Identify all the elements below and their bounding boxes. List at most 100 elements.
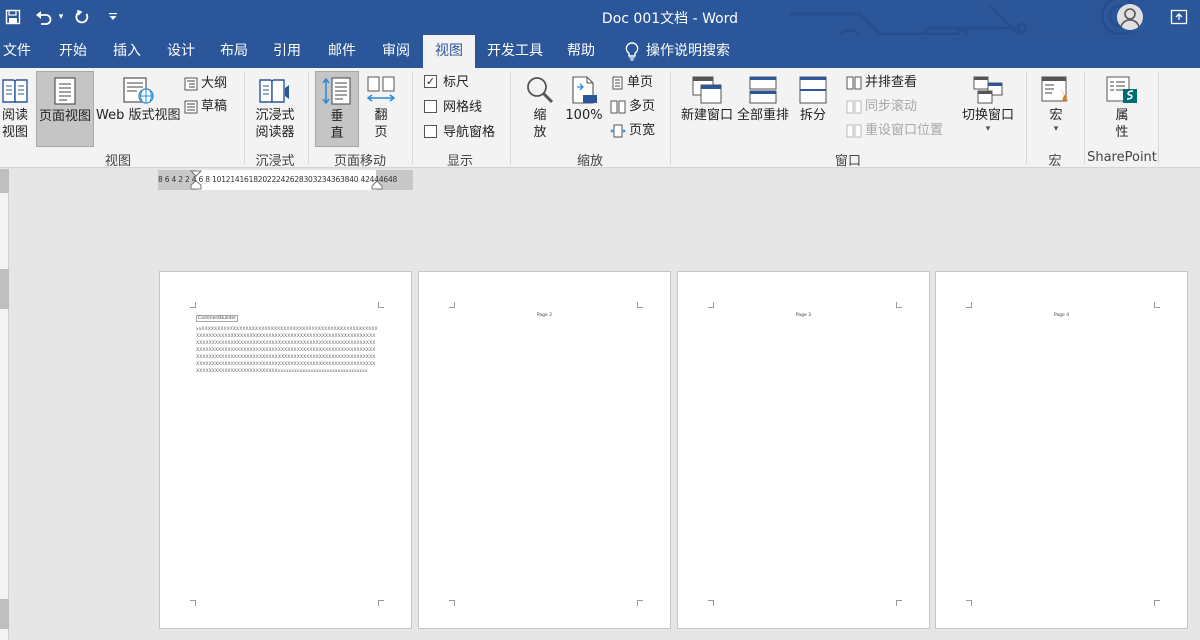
draft-label: 草稿 [201, 99, 228, 114]
multiple-pages-button[interactable]: 多页 [610, 96, 655, 118]
new-window-label: 新建窗口 [680, 108, 733, 123]
tab-mailings[interactable]: 邮件 [320, 35, 364, 68]
multiple-pages-icon [610, 100, 626, 113]
undo-dropdown[interactable]: ▾ [56, 6, 66, 28]
outline-button[interactable]: 大纲 [184, 73, 227, 95]
macros-icon [1041, 76, 1068, 102]
crop-mark [449, 302, 455, 308]
word-window: ▾ Doc 001文档 - Word 文件 开始 插入 设计 布局 引用 邮件 … [0, 0, 1200, 640]
crop-mark [378, 600, 384, 606]
checkbox-unchecked [424, 100, 437, 113]
page-3[interactable]: Page 3 [677, 271, 930, 629]
ribbon-view: 阅读 视图 页面视图 Web 版式视图 大纲 草稿 视图 沉浸式 阅读器 沉浸式… [0, 68, 1200, 169]
ruler-margin [0, 269, 9, 309]
tab-review[interactable]: 审阅 [374, 35, 418, 68]
tell-me-search[interactable]: 操作说明搜索 [646, 35, 738, 68]
print-layout-button[interactable]: 页面视图 [36, 71, 94, 147]
outline-label: 大纲 [201, 76, 228, 91]
save-button[interactable] [4, 6, 22, 28]
content-control[interactable]: CommentBuilder [196, 315, 238, 322]
ribbon-display-options-button[interactable] [1170, 8, 1188, 26]
save-icon [5, 9, 21, 25]
page-2[interactable]: Page 2 [418, 271, 671, 629]
account-avatar[interactable] [1117, 4, 1143, 30]
right-indent-marker-icon[interactable] [371, 180, 383, 190]
synchronous-scrolling-button[interactable]: 同步滚动 [846, 96, 917, 118]
magnifier-icon [527, 77, 554, 104]
macros-label: 宏 [1049, 108, 1063, 123]
page-header: Page 2 [536, 313, 553, 318]
vertical-ruler[interactable] [0, 169, 9, 640]
side-to-side-button[interactable]: 翻 页 [362, 71, 400, 147]
crop-mark [637, 302, 643, 308]
reset-window-position-button[interactable]: 重设窗口位置 [846, 120, 943, 142]
crop-mark [896, 302, 902, 308]
customize-quick-access-button[interactable] [106, 6, 120, 28]
new-window-icon [692, 76, 722, 104]
page-4[interactable]: Page 4 [935, 271, 1188, 629]
gridlines-checkbox[interactable]: 网格线 [424, 97, 482, 119]
document-canvas[interactable]: 8 6 4 2 2 4 6 8 101214161820222426283032… [0, 169, 1200, 640]
group-divider [510, 72, 511, 164]
page-1[interactable]: CommentBuilder xxXXXXXXXXXXXXXXXXXXXXXXX… [159, 271, 412, 629]
group-divider [1084, 72, 1085, 164]
crop-mark [190, 302, 196, 308]
group-divider [244, 72, 245, 164]
new-window-button[interactable]: 新建窗口 [678, 71, 736, 135]
redo-button[interactable] [72, 6, 92, 28]
tab-layout[interactable]: 布局 [213, 35, 255, 68]
tab-file[interactable]: 文件 [0, 35, 34, 68]
user-icon [1120, 8, 1140, 29]
one-page-button[interactable]: 单页 [610, 72, 653, 94]
view-side-by-side-button[interactable]: 并排查看 [846, 72, 917, 94]
gridlines-label: 网格线 [443, 100, 483, 115]
zoom-group-label: 缩放 [576, 154, 603, 169]
split-button[interactable]: 拆分 [794, 71, 832, 135]
switch-windows-button[interactable]: 切换窗口 ▾ [958, 71, 1018, 147]
checkbox-checked: ✓ [424, 75, 437, 88]
window-group-label: 窗口 [834, 154, 861, 169]
indent-marker-icon[interactable] [190, 170, 202, 190]
undo-button[interactable] [34, 6, 54, 28]
horizontal-ruler[interactable]: 8 6 4 2 2 4 6 8 101214161820222426283032… [158, 170, 413, 190]
properties-icon [1106, 76, 1137, 103]
navigation-pane-label: 导航窗格 [443, 125, 496, 140]
ruler-margin [0, 169, 9, 193]
tab-references[interactable]: 引用 [266, 35, 308, 68]
arrange-all-icon [749, 76, 777, 104]
read-mode-button[interactable]: 阅读 视图 [0, 71, 30, 147]
outline-icon [184, 77, 198, 90]
immersive-reader-icon [259, 79, 289, 103]
undo-icon [36, 11, 52, 25]
crop-mark [966, 600, 972, 606]
zoom-100-button[interactable]: 100% [564, 71, 604, 131]
properties-button[interactable]: 属 性 [1100, 71, 1144, 147]
macros-button[interactable]: 宏 ▾ [1034, 71, 1078, 147]
tab-design[interactable]: 设计 [160, 35, 202, 68]
vertical-button[interactable]: 垂 直 [315, 71, 359, 147]
group-divider [1158, 72, 1159, 164]
tab-insert[interactable]: 插入 [106, 35, 148, 68]
draft-button[interactable]: 草稿 [184, 96, 227, 118]
zoom-100-icon [572, 76, 597, 104]
page-width-icon [610, 124, 626, 137]
group-divider [412, 72, 413, 164]
tab-help[interactable]: 帮助 [560, 35, 602, 68]
arrange-all-button[interactable]: 全部重排 [736, 71, 790, 135]
tab-view[interactable]: 视图 [423, 35, 475, 68]
arrange-all-label: 全部重排 [736, 108, 789, 123]
immersive-reader-button[interactable]: 沉浸式 阅读器 [250, 71, 300, 147]
page-width-button[interactable]: 页宽 [610, 120, 655, 142]
zoom-label: 缩 放 [533, 108, 547, 140]
navigation-pane-checkbox[interactable]: 导航窗格 [424, 122, 495, 144]
page-body-text[interactable]: xxXXXXXXXXXXXXXXXXXXXXXXXXXXXXXXXXXXXXXX… [196, 326, 378, 375]
side-to-side-label: 翻 页 [374, 108, 388, 140]
web-layout-button[interactable]: Web 版式视图 [96, 71, 180, 147]
zoom-button[interactable]: 缩 放 [520, 71, 560, 147]
ruler-checkbox[interactable]: ✓ 标尺 [424, 72, 469, 94]
tab-home[interactable]: 开始 [52, 35, 94, 68]
tab-developer[interactable]: 开发工具 [482, 35, 548, 68]
synchronous-scrolling-label: 同步滚动 [865, 99, 918, 114]
vertical-label: 垂 直 [330, 109, 344, 141]
checkbox-unchecked [424, 125, 437, 138]
